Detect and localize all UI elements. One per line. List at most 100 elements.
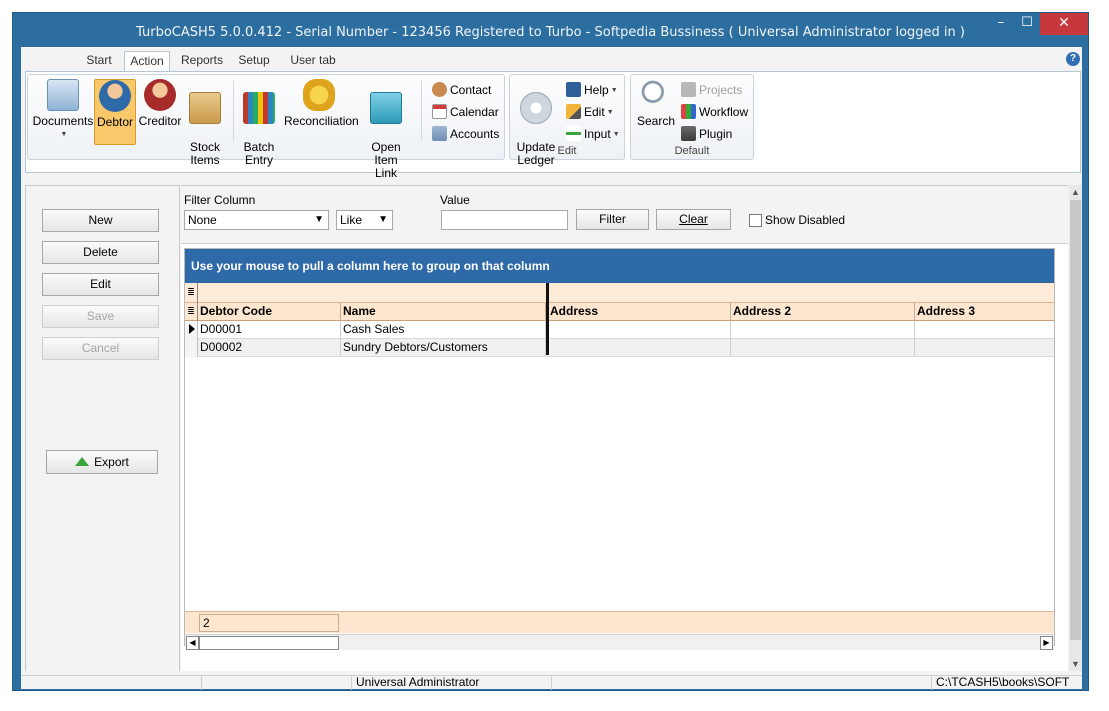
chevron-down-icon: ▼ xyxy=(314,214,324,225)
search-button[interactable]: Search xyxy=(635,79,677,145)
scroll-right-icon[interactable]: ▶ xyxy=(1040,636,1053,650)
delete-button[interactable]: Delete xyxy=(42,241,159,264)
ribbon-separator xyxy=(421,81,422,141)
minimize-button[interactable]: – xyxy=(988,13,1014,35)
close-button[interactable]: ✕ xyxy=(1040,13,1088,35)
plugin-icon xyxy=(681,126,696,141)
group-by-bar[interactable]: Use your mouse to pull a column here to … xyxy=(185,249,1054,283)
column-header-address-2[interactable]: Address 2 xyxy=(731,303,915,321)
cell-address-3[interactable] xyxy=(915,339,1055,357)
save-button[interactable]: Save xyxy=(42,305,159,328)
column-header-address-3[interactable]: Address 3 xyxy=(915,303,1055,321)
scrollbar-thumb[interactable] xyxy=(199,636,339,650)
title-bar: TurboCASH5 5.0.0.412 - Serial Number - 1… xyxy=(13,13,1088,47)
fixed-column-splitter[interactable] xyxy=(546,283,549,355)
status-segment xyxy=(201,676,351,690)
table-row[interactable]: D00001 Cash Sales xyxy=(185,321,1054,339)
vertical-scrollbar[interactable]: ▲ ▼ xyxy=(1069,185,1082,671)
accounts-button[interactable]: Accounts xyxy=(432,125,499,143)
workflow-button[interactable]: Workflow xyxy=(681,103,748,121)
cell-debtor-code[interactable]: D00002 xyxy=(198,339,341,357)
ribbon-group-edit: Update Ledger Help ▼ Edit ▼ Input ▼ Edit xyxy=(509,74,625,167)
row-indicator xyxy=(185,339,198,357)
help-menu-label: Help xyxy=(584,83,609,97)
contact-label: Contact xyxy=(450,83,492,97)
debtor-button[interactable]: Debtor xyxy=(94,79,136,145)
cell-address[interactable] xyxy=(548,321,731,339)
documents-button[interactable]: Documents ▼ xyxy=(32,79,94,145)
tab-user[interactable]: User tab xyxy=(285,51,341,71)
scroll-left-icon[interactable]: ◀ xyxy=(186,636,199,650)
contact-button[interactable]: Contact xyxy=(432,81,491,99)
ribbon-tabs: Start Action Reports Setup User tab ? xyxy=(21,47,1082,71)
help-icon[interactable]: ? xyxy=(1066,52,1080,66)
tab-setup[interactable]: Setup xyxy=(234,51,274,71)
client-area: Start Action Reports Setup User tab ? Do… xyxy=(21,47,1082,690)
cell-name[interactable]: Sundry Debtors/Customers xyxy=(341,339,546,357)
chevron-down-icon: ▼ xyxy=(378,214,388,225)
default-group-label: Default xyxy=(674,145,710,157)
filter-value-input[interactable] xyxy=(441,210,568,230)
open-item-link-button[interactable]: Open Item Link xyxy=(358,79,414,180)
creditor-button[interactable]: Creditor xyxy=(138,79,182,145)
ribbon-group-main: Documents ▼ Debtor Creditor Stock Items xyxy=(27,74,505,180)
filter-column-value: None xyxy=(188,213,217,227)
new-button[interactable]: New xyxy=(42,209,159,232)
creditor-icon xyxy=(144,79,176,111)
tab-start[interactable]: Start xyxy=(81,51,117,71)
update-ledger-button[interactable]: Update Ledger xyxy=(514,79,558,167)
edit-menu-button[interactable]: Edit ▼ xyxy=(566,103,614,121)
projects-icon xyxy=(681,82,696,97)
chevron-down-icon: ▼ xyxy=(612,131,620,138)
filter-column-select[interactable]: None ▼ xyxy=(184,210,329,230)
action-panel: New Delete Edit Save Cancel Export xyxy=(25,185,180,671)
show-disabled-checkbox[interactable] xyxy=(749,214,762,227)
batch-entry-icon xyxy=(243,92,275,124)
tab-action[interactable]: Action xyxy=(124,51,170,71)
maximize-button[interactable]: ☐ xyxy=(1014,13,1040,35)
cancel-button[interactable]: Cancel xyxy=(42,337,159,360)
plugin-button[interactable]: Plugin xyxy=(681,125,732,143)
table-row[interactable]: D00002 Sundry Debtors/Customers xyxy=(185,339,1054,357)
cell-address-2[interactable] xyxy=(731,321,915,339)
help-menu-button[interactable]: Help ▼ xyxy=(566,81,618,99)
scroll-up-icon[interactable]: ▲ xyxy=(1069,185,1082,199)
documents-label: Documents xyxy=(32,114,94,128)
export-label: Export xyxy=(94,455,129,469)
open-item-link-label: Open Item Link xyxy=(371,140,401,180)
cell-name[interactable]: Cash Sales xyxy=(341,321,546,339)
column-header-row: ≣ Debtor Code Name Address Address 2 Add… xyxy=(185,303,1054,321)
cell-address-2[interactable] xyxy=(731,339,915,357)
filter-column-label: Filter Column xyxy=(184,193,256,207)
column-header-name[interactable]: Name xyxy=(341,303,546,321)
column-header-address[interactable]: Address xyxy=(548,303,731,321)
pencil-icon xyxy=(566,104,581,119)
tab-reports[interactable]: Reports xyxy=(179,51,225,71)
chevron-down-icon: ▼ xyxy=(610,87,618,94)
input-menu-button[interactable]: Input ▼ xyxy=(566,125,620,143)
calendar-button[interactable]: Calendar xyxy=(432,103,499,121)
projects-button[interactable]: Projects xyxy=(681,81,742,99)
help-book-icon xyxy=(566,82,581,97)
batch-entry-button[interactable]: Batch Entry xyxy=(238,79,280,167)
scrollbar-thumb[interactable] xyxy=(1070,200,1081,640)
chevron-down-icon: ▼ xyxy=(606,109,614,116)
cell-address[interactable] xyxy=(548,339,731,357)
filter-operator-select[interactable]: Like ▼ xyxy=(336,210,393,230)
reconciliation-button[interactable]: Reconciliation xyxy=(284,79,359,145)
plugin-label: Plugin xyxy=(699,127,733,141)
filter-button[interactable]: Filter xyxy=(576,209,649,230)
debtor-icon xyxy=(99,80,131,112)
column-chooser-icon[interactable]: ≣ xyxy=(185,303,198,321)
scroll-down-icon[interactable]: ▼ xyxy=(1069,657,1082,671)
debtor-label: Debtor xyxy=(96,115,134,129)
cell-debtor-code[interactable]: D00001 xyxy=(198,321,341,339)
stock-items-button[interactable]: Stock Items xyxy=(184,79,226,167)
column-header-debtor-code[interactable]: Debtor Code xyxy=(198,303,341,321)
edit-button[interactable]: Edit xyxy=(42,273,159,296)
column-chooser-icon[interactable]: ≣ xyxy=(185,283,198,303)
clear-button[interactable]: Clear xyxy=(656,209,731,230)
horizontal-scrollbar[interactable]: ◀ ▶ xyxy=(185,634,1054,650)
export-button[interactable]: Export xyxy=(46,450,158,474)
cell-address-3[interactable] xyxy=(915,321,1055,339)
